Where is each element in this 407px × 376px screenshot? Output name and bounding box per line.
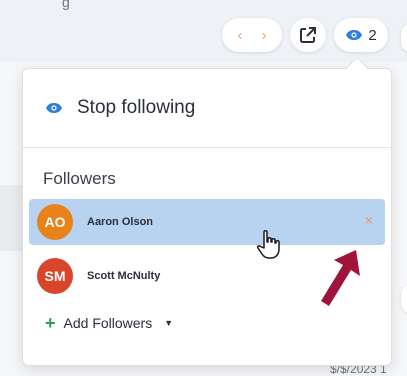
followers-heading: Followers <box>43 169 116 188</box>
stop-following-label: Stop following <box>77 97 196 118</box>
annotation-arrow-icon <box>321 250 360 306</box>
avatar: AO <box>37 204 73 240</box>
hand-cursor-icon <box>257 229 280 259</box>
pager-group: ‹ › <box>222 18 282 52</box>
follower-count: 2 <box>368 26 377 44</box>
background-text: g <box>62 0 70 10</box>
follower-name: Aaron Olson <box>87 216 154 228</box>
chevron-right-icon[interactable]: › <box>262 27 267 44</box>
followers-dropdown: Stop following Followers AO Aaron Olson … <box>22 68 392 366</box>
stop-following-button[interactable]: Stop following <box>23 69 391 147</box>
side-button[interactable] <box>401 285 407 313</box>
caret-down-icon: ▼ <box>164 318 174 328</box>
eye-icon <box>46 103 62 113</box>
eye-icon <box>346 30 363 40</box>
followers-button[interactable]: 2 <box>334 18 388 52</box>
external-link-icon <box>300 27 316 43</box>
side-button[interactable] <box>401 24 407 52</box>
chevron-left-icon[interactable]: ‹ <box>238 27 243 44</box>
add-followers-label: Add Followers <box>63 315 153 331</box>
divider <box>23 147 391 148</box>
remove-follower-button[interactable]: × <box>365 212 373 228</box>
plus-icon: + <box>45 313 56 333</box>
follower-row[interactable]: AO Aaron Olson × <box>29 199 385 245</box>
record-toolbar: ‹ › 2 <box>222 18 388 52</box>
open-external-button[interactable] <box>290 18 326 52</box>
add-followers-button[interactable]: + Add Followers ▼ <box>45 314 173 332</box>
avatar: SM <box>37 258 73 294</box>
follower-name: Scott McNulty <box>87 270 161 282</box>
